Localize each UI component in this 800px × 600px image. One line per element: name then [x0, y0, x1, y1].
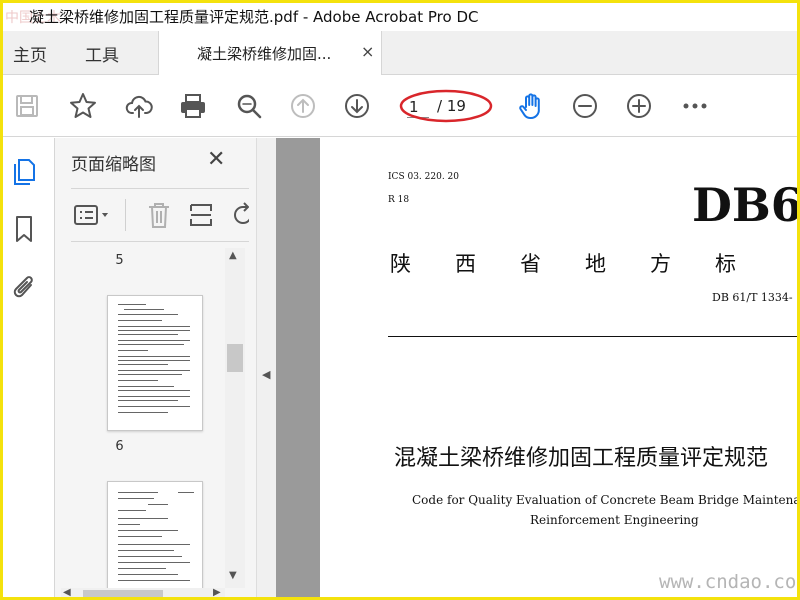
tab-bar: 主页 工具 凝土梁桥维修加固... × — [3, 31, 797, 76]
tab-tools[interactable]: 工具 — [85, 41, 119, 66]
star-icon[interactable] — [67, 90, 99, 122]
crop-icon[interactable] — [187, 201, 215, 229]
document-title-english-line2: Reinforcement Engineering — [530, 513, 699, 527]
close-panel-icon[interactable]: ✕ — [207, 147, 225, 172]
pdf-page: ICS 03. 220. 20 R 18 DB6 陕西省地方标 DB 61/T … — [320, 138, 800, 597]
bottom-watermark: www.cndao.com — [659, 571, 800, 593]
save-icon[interactable] — [11, 90, 43, 122]
document-title-chinese: 混凝土梁桥维修加固工程质量评定规范 — [394, 446, 769, 471]
db-mark: DB6 — [692, 178, 800, 232]
thumbnail-horizontal-scrollbar[interactable]: ◀ ▶ — [61, 587, 225, 597]
panel-splitter[interactable]: ◀ — [256, 138, 276, 597]
r-code: R 18 — [388, 195, 410, 205]
thumbnail-vertical-scrollbar[interactable]: ▲ ▼ — [225, 248, 245, 588]
standard-number: DB 61/T 1334- — [712, 291, 793, 304]
bookmark-icon[interactable] — [11, 214, 39, 244]
pages-icon[interactable] — [11, 156, 39, 186]
close-tab-icon[interactable]: × — [361, 42, 374, 61]
thumbnail-page[interactable] — [107, 481, 203, 591]
upload-cloud-icon[interactable] — [123, 90, 155, 122]
thumbnail-page-label: 5 — [115, 253, 124, 268]
header-rule — [388, 336, 797, 337]
thumbnail-options-icon[interactable] — [73, 201, 113, 229]
scroll-down-arrow-icon[interactable]: ▼ — [229, 570, 237, 581]
more-icon[interactable] — [679, 90, 711, 122]
hscroll-thumb[interactable] — [83, 590, 163, 597]
left-navigation-rail — [3, 138, 55, 597]
page-down-icon[interactable] — [341, 90, 373, 122]
window-title: 凝土梁桥维修加固工程质量评定规范.pdf - Adobe Acrobat Pro… — [29, 8, 479, 26]
document-tab-label: 凝土梁桥维修加固... — [197, 45, 332, 63]
collapse-panel-arrow-icon[interactable]: ◀ — [262, 368, 270, 381]
panel-title: 页面缩略图 — [71, 155, 156, 175]
print-icon[interactable] — [177, 90, 209, 122]
highlight-ellipse — [399, 89, 493, 123]
ics-code: ICS 03. 220. 20 — [388, 172, 459, 182]
toolbar: / 19 — [3, 75, 797, 137]
page-up-icon[interactable] — [287, 90, 319, 122]
document-title-english-line1: Code for Quality Evaluation of Concrete … — [412, 493, 800, 507]
application-window: 中国土木 凝土梁桥维修加固工程质量评定规范.pdf - Adobe Acroba… — [0, 0, 800, 600]
thumbnail-page-label: 6 — [115, 439, 124, 454]
tab-document[interactable]: 凝土梁桥维修加固... × — [158, 31, 382, 76]
delete-icon[interactable] — [145, 201, 173, 229]
thumbnails-panel: 页面缩略图 ✕ 5 6 ▲ ▼ ◀ ▶ — [55, 138, 256, 597]
zoom-search-icon[interactable] — [233, 90, 265, 122]
panel-toolbar — [71, 188, 249, 242]
thumbnail-page[interactable] — [107, 295, 203, 431]
scroll-left-arrow-icon[interactable]: ◀ — [63, 587, 71, 597]
title-bar: 中国土木 凝土梁桥维修加固工程质量评定规范.pdf - Adobe Acroba… — [3, 3, 797, 31]
scroll-up-arrow-icon[interactable]: ▲ — [229, 250, 237, 261]
toolbar-divider — [125, 199, 126, 231]
zoom-out-icon[interactable] — [569, 90, 601, 122]
tab-home[interactable]: 主页 — [13, 41, 47, 66]
rotate-icon[interactable] — [229, 201, 249, 229]
hand-icon[interactable] — [515, 90, 547, 122]
scroll-right-arrow-icon[interactable]: ▶ — [213, 587, 221, 597]
scroll-thumb[interactable] — [227, 344, 243, 372]
document-view[interactable]: ICS 03. 220. 20 R 18 DB6 陕西省地方标 DB 61/T … — [276, 138, 800, 597]
zoom-in-icon[interactable] — [623, 90, 655, 122]
attachment-icon[interactable] — [11, 272, 39, 302]
province-standard-heading: 陕西省地方标 — [390, 252, 780, 276]
